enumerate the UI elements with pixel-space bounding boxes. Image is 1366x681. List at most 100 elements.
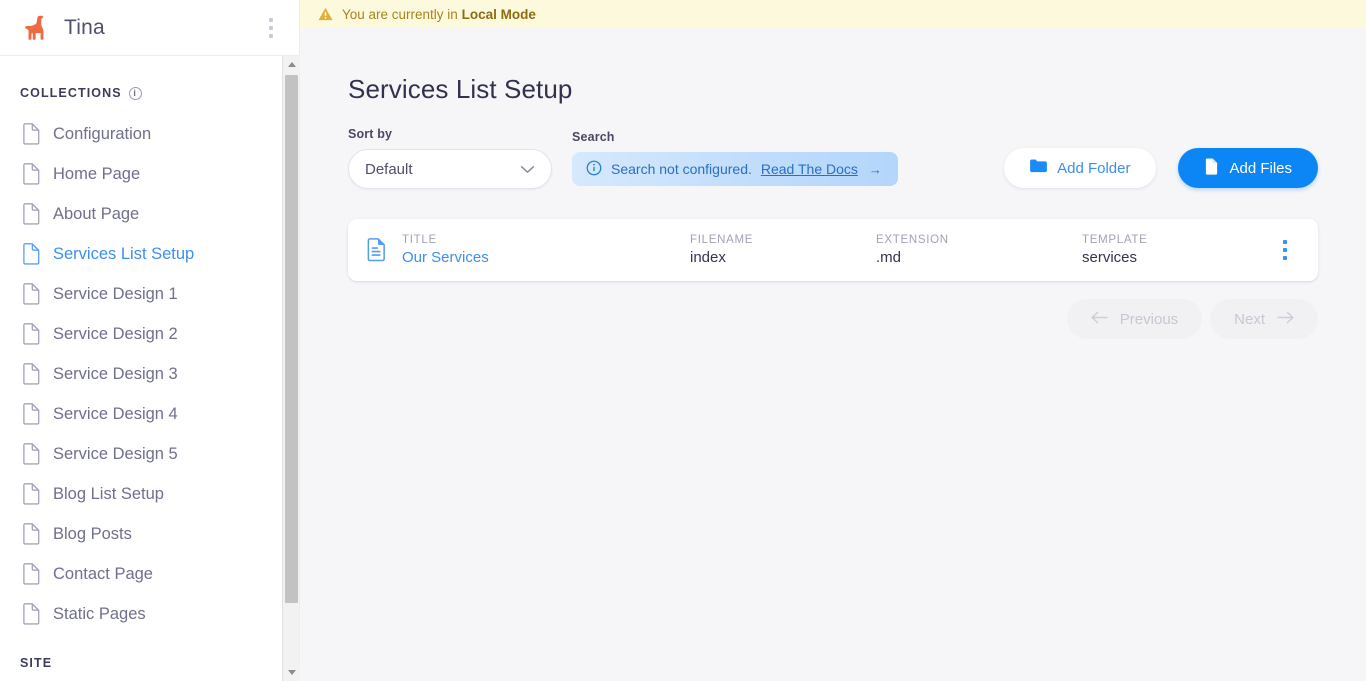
sort-by-select[interactable]: Default (348, 149, 552, 189)
sidebar-item-services-list-setup[interactable]: Services List Setup (0, 234, 299, 274)
row-extension-value: .md (876, 249, 902, 266)
search-label: Search (572, 130, 615, 144)
sidebar-item-blog-list-setup[interactable]: Blog List Setup (0, 474, 299, 514)
row-kebab-menu-icon[interactable] (1274, 235, 1296, 265)
sidebar-item-label: Contact Page (53, 564, 153, 583)
cell-template: TEMPLATE services (1082, 234, 1274, 266)
arrow-left-icon (1091, 311, 1108, 328)
sidebar-item-service-design-3[interactable]: Service Design 3 (0, 354, 299, 394)
next-page-button[interactable]: Next (1210, 299, 1318, 339)
document-icon (22, 563, 41, 585)
banner-text-prefix: You are currently in (342, 6, 462, 22)
add-folder-button[interactable]: Add Folder (1004, 148, 1157, 188)
document-icon (22, 123, 41, 145)
column-header-title: TITLE (402, 234, 437, 246)
add-files-button[interactable]: Add Files (1178, 148, 1318, 188)
arrow-right-icon (1277, 311, 1294, 328)
next-page-label: Next (1234, 310, 1265, 328)
sidebar: Tina COLLECTIONS i Configuration Home Pag… (0, 0, 300, 681)
previous-page-button[interactable]: Previous (1066, 299, 1203, 339)
column-header-extension: EXTENSION (876, 234, 949, 246)
read-the-docs-link[interactable]: Read The Docs (761, 161, 858, 177)
warning-triangle-icon (318, 7, 333, 21)
banner-text: You are currently in Local Mode (342, 7, 536, 22)
app-root: Tina COLLECTIONS i Configuration Home Pag… (0, 0, 1366, 681)
folder-icon (1030, 159, 1047, 177)
file-text-icon (366, 238, 392, 262)
arrow-right-icon: → (868, 161, 882, 177)
kebab-menu-icon[interactable] (259, 13, 283, 43)
sort-by-label: Sort by (348, 127, 393, 141)
document-icon (22, 243, 41, 265)
sidebar-item-static-pages[interactable]: Static Pages (0, 594, 299, 634)
document-icon (22, 363, 41, 385)
sidebar-item-label: Service Design 5 (53, 444, 178, 463)
scroll-down-arrow-icon[interactable] (283, 664, 300, 681)
cell-filename: FILENAME index (690, 234, 876, 266)
sidebar-item-label: Service Design 3 (53, 364, 178, 383)
sidebar-item-home-page[interactable]: Home Page (0, 154, 299, 194)
row-title-link[interactable]: Our Services (402, 249, 690, 266)
content-area: Services List Setup Sort by Default Sear… (300, 28, 1366, 681)
row-filename-value: index (690, 249, 726, 266)
column-header-filename: FILENAME (690, 234, 754, 246)
document-icon (22, 203, 41, 225)
banner-mode: Local Mode (461, 6, 536, 22)
brand-name: Tina (64, 15, 105, 39)
info-circle-icon (586, 160, 602, 179)
sidebar-item-service-design-2[interactable]: Service Design 2 (0, 314, 299, 354)
add-folder-label: Add Folder (1057, 159, 1131, 177)
document-icon (22, 283, 41, 305)
sidebar-item-label: Blog List Setup (53, 484, 164, 503)
collections-section-header: COLLECTIONS i (0, 76, 299, 114)
site-section-header: SITE (0, 634, 299, 674)
collections-nav: Configuration Home Page About Page Services… (0, 114, 299, 634)
toolbar-actions: Add Folder Add Files (1004, 148, 1318, 189)
sidebar-scrollbar[interactable] (282, 56, 300, 681)
sort-by-value: Default (365, 160, 413, 178)
scroll-up-arrow-icon[interactable] (283, 56, 300, 73)
sidebar-item-label: About Page (53, 204, 140, 223)
sidebar-item-label: Blog Posts (53, 524, 132, 543)
search-not-configured-notice: Search not configured. Read The Docs → (572, 152, 898, 186)
page-title: Services List Setup (348, 74, 573, 104)
sort-by-group: Sort by Default (348, 127, 552, 189)
scrollbar-thumb[interactable] (285, 75, 298, 603)
site-label: SITE (20, 656, 53, 670)
table-row[interactable]: TITLE Our Services FILENAME index EXTENS… (348, 219, 1318, 281)
row-template-value: services (1082, 249, 1138, 266)
previous-page-label: Previous (1119, 310, 1179, 328)
sidebar-body: COLLECTIONS i Configuration Home Page Abou… (0, 56, 299, 681)
chevron-down-icon (520, 161, 535, 178)
info-icon[interactable]: i (128, 86, 142, 100)
sidebar-item-label: Static Pages (53, 604, 146, 623)
document-icon (22, 603, 41, 625)
document-icon (22, 163, 41, 185)
sidebar-item-service-design-1[interactable]: Service Design 1 (0, 274, 299, 314)
main-area: You are currently in Local Mode Services… (300, 0, 1366, 681)
sidebar-item-label: Service Design 2 (53, 324, 178, 343)
document-icon (22, 323, 41, 345)
sidebar-item-service-design-5[interactable]: Service Design 5 (0, 434, 299, 474)
document-icon (22, 403, 41, 425)
sidebar-item-label: Home Page (53, 164, 141, 183)
sidebar-item-configuration[interactable]: Configuration (0, 114, 299, 154)
search-group: Search Search not configured. Read The D… (572, 130, 898, 189)
document-icon (22, 443, 41, 465)
sidebar-item-service-design-4[interactable]: Service Design 4 (0, 394, 299, 434)
search-notice-text: Search not configured. (611, 161, 752, 177)
column-header-template: TEMPLATE (1082, 234, 1148, 246)
document-icon (22, 483, 41, 505)
sidebar-item-contact-page[interactable]: Contact Page (0, 554, 299, 594)
cell-title: TITLE Our Services (402, 234, 690, 266)
document-icon (22, 523, 41, 545)
cell-extension: EXTENSION .md (876, 234, 1082, 266)
toolbar: Sort by Default Search Search not config… (348, 127, 1318, 189)
collections-label: COLLECTIONS (20, 86, 122, 100)
add-files-label: Add Files (1229, 159, 1292, 177)
sidebar-item-blog-posts[interactable]: Blog Posts (0, 514, 299, 554)
llama-logo-icon (20, 11, 54, 45)
sidebar-item-about-page[interactable]: About Page (0, 194, 299, 234)
sidebar-item-label: Services List Setup (53, 244, 195, 263)
pagination: Previous Next (348, 299, 1318, 339)
